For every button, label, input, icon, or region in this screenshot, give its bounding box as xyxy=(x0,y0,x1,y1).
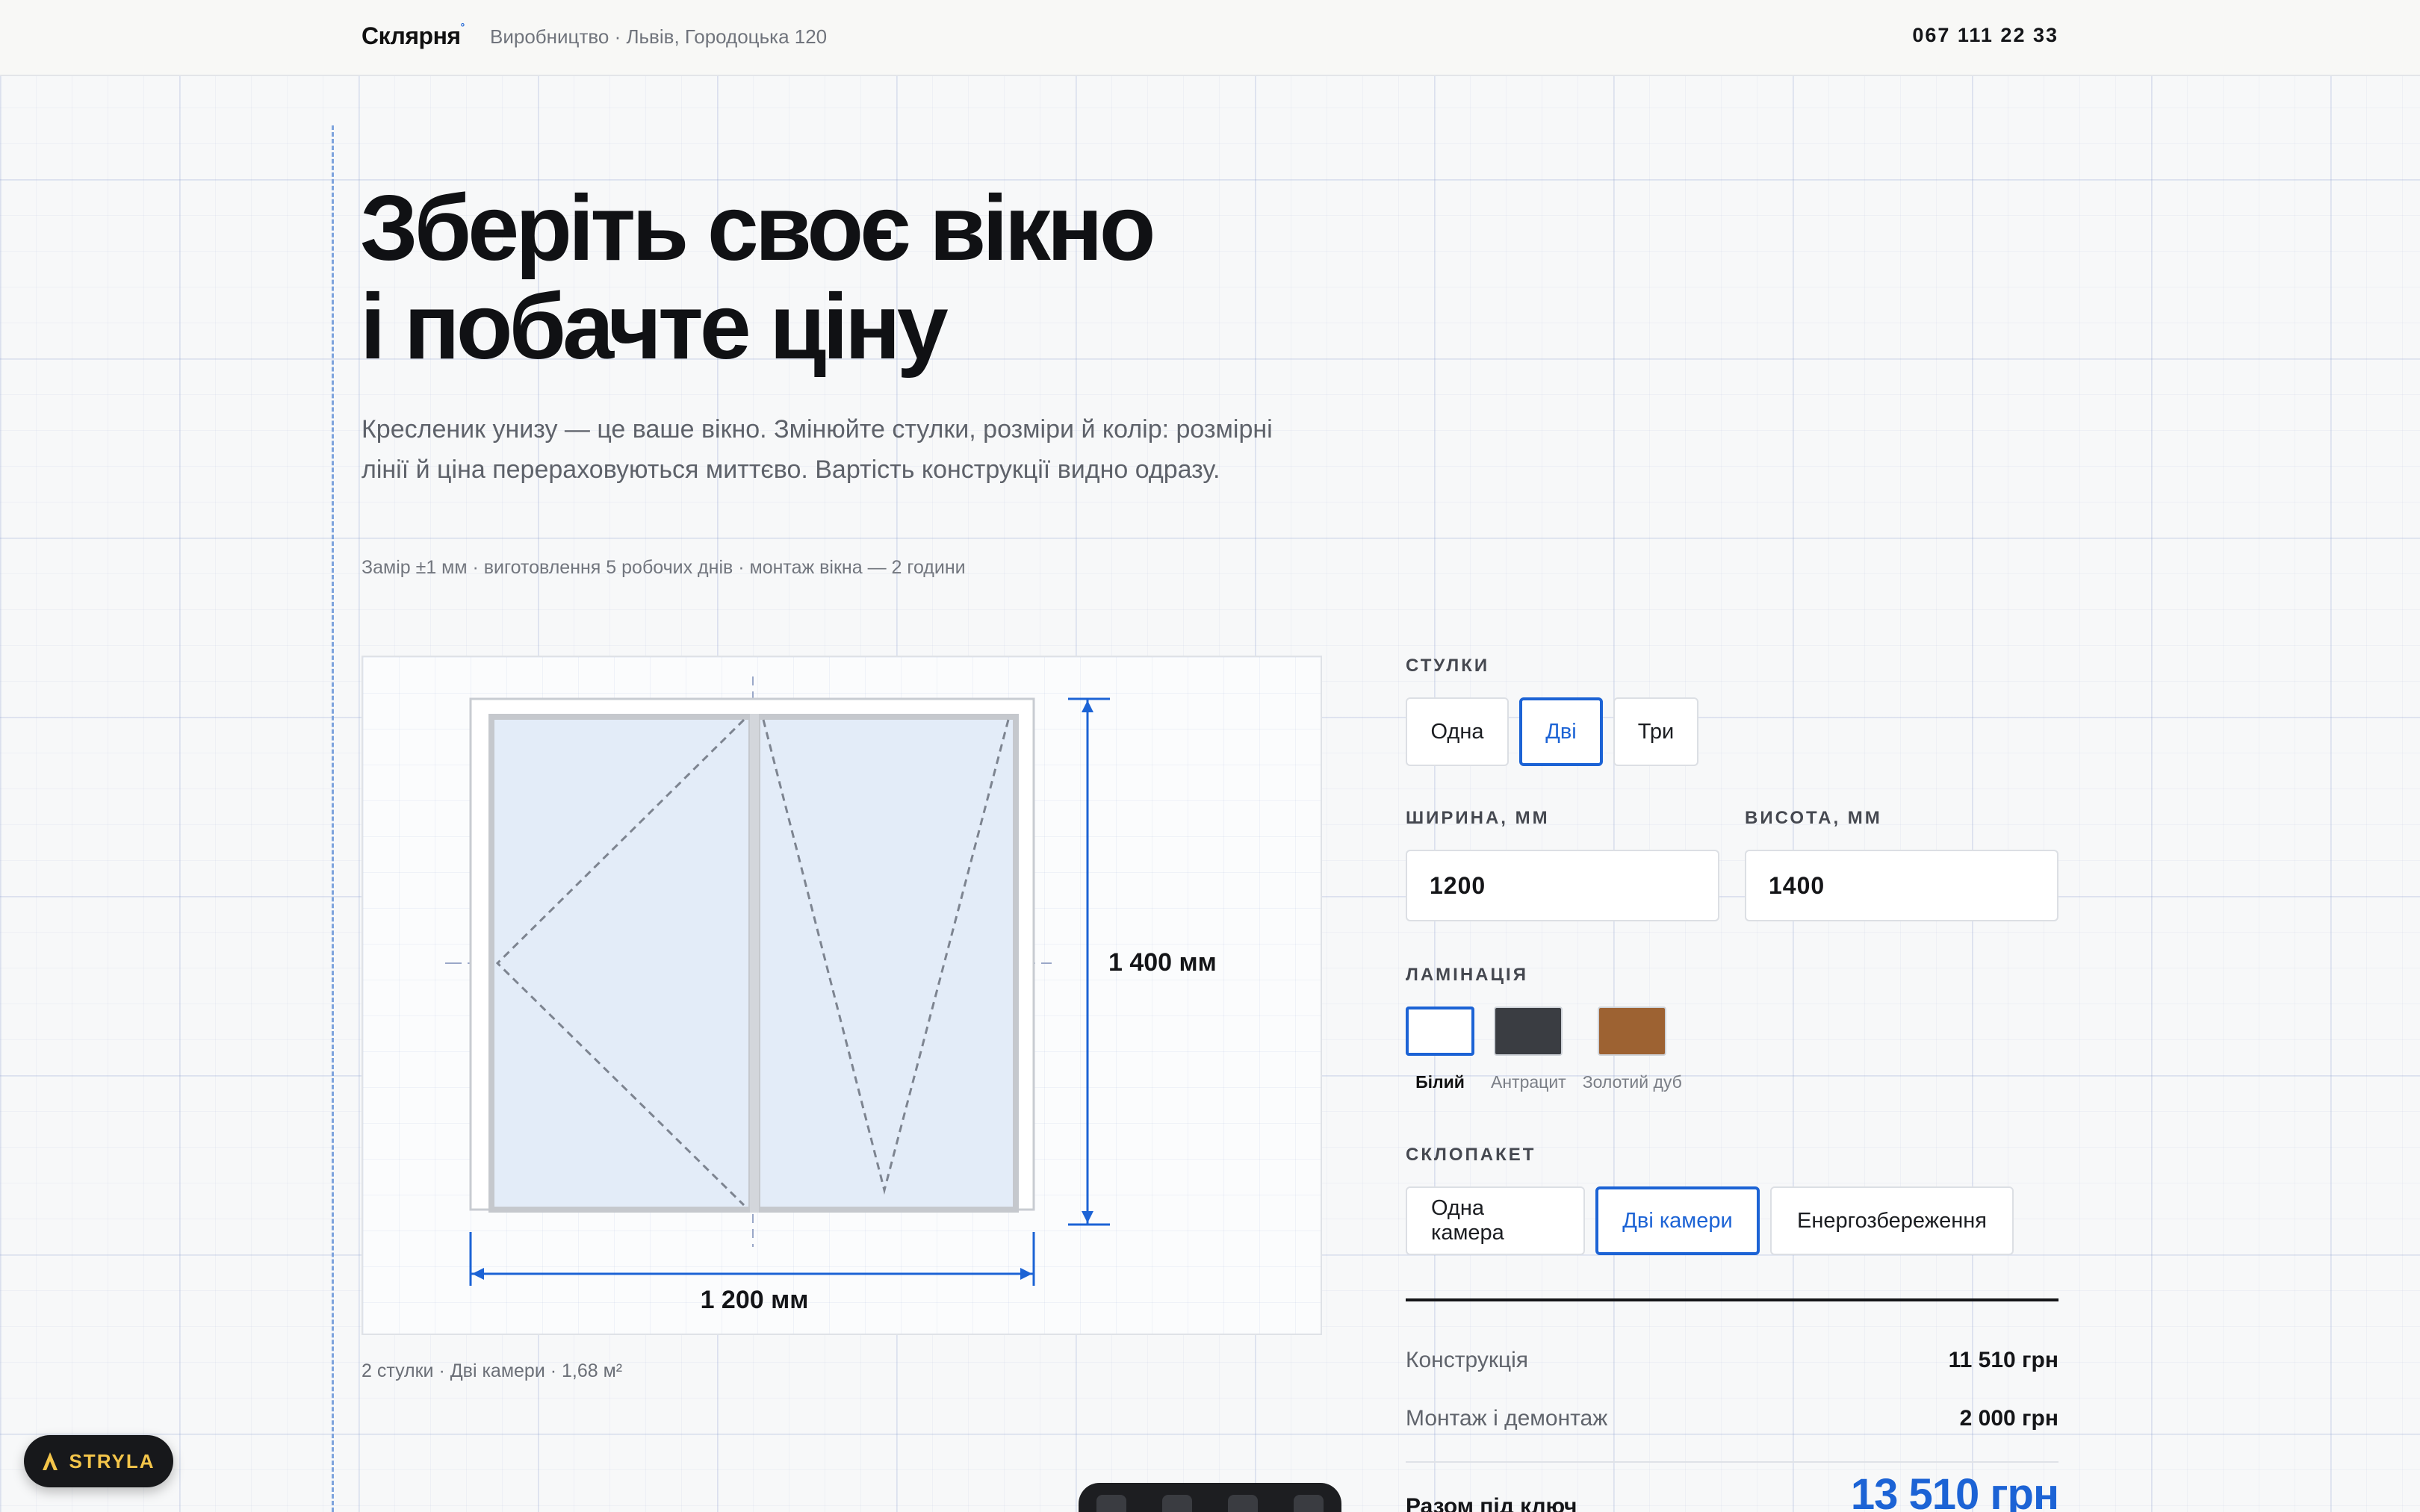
stryla-label: STRYLA xyxy=(69,1449,155,1472)
sashes-options: Одна Дві Три xyxy=(1406,697,2058,766)
construction-label: Конструкція xyxy=(1406,1348,1529,1372)
height-label: Висота, мм xyxy=(1745,808,1882,828)
drawing-caption: 2 стулки · Дві камери · 1,68 м² xyxy=(362,1360,623,1381)
stryla-badge[interactable]: STRYLA xyxy=(24,1435,173,1487)
lamination-label: Ламінація xyxy=(1406,965,1528,985)
sash-left xyxy=(488,714,754,1213)
stryla-logo-icon xyxy=(43,1452,58,1470)
install-value: 2 000 грн xyxy=(1959,1406,2058,1431)
swatch-anthracite-label: Антрацит xyxy=(1491,1072,1566,1092)
toolbar-button-2[interactable] xyxy=(1162,1495,1192,1512)
hero-lead: Кресленик унизу — це ваше вікно. Змінюйт… xyxy=(362,415,1273,484)
sash-option-two[interactable]: Дві xyxy=(1519,697,1603,766)
swatch-white[interactable]: Білий xyxy=(1406,1007,1474,1092)
height-arrow-bottom xyxy=(1082,1211,1093,1223)
width-arrow-right xyxy=(1020,1268,1032,1280)
mullion xyxy=(750,714,759,1213)
swatch-white-label: Білий xyxy=(1415,1072,1465,1092)
lamination-swatches: Білий Антрацит Золотий дуб xyxy=(1406,1007,2058,1092)
glazing-option-double[interactable]: Дві камери xyxy=(1595,1186,1760,1255)
sash-option-one[interactable]: Одна xyxy=(1406,697,1509,766)
height-field: Висота, мм 1400 xyxy=(1745,808,2058,921)
guide-line xyxy=(332,125,334,1512)
height-input[interactable]: 1400 xyxy=(1745,850,2058,921)
title-line-1: Зберіть своє вікно xyxy=(360,177,1155,280)
toolbar-button-4[interactable] xyxy=(1294,1495,1324,1512)
construction-value: 11 510 грн xyxy=(1948,1348,2058,1372)
toolbar-button-3[interactable] xyxy=(1228,1495,1258,1512)
width-label: 1 200 мм xyxy=(701,1286,809,1314)
swatch-golden-oak-color[interactable] xyxy=(1598,1007,1667,1056)
swatch-golden-oak-label: Золотий дуб xyxy=(1582,1072,1682,1092)
total-value: 13 510 грн xyxy=(1850,1470,2059,1512)
install-label: Монтаж і демонтаж xyxy=(1406,1406,1608,1431)
width-label: Ширина, мм xyxy=(1406,808,1550,828)
swatch-anthracite-color[interactable] xyxy=(1494,1007,1563,1056)
title-line-2: і побачте ціну xyxy=(360,276,949,379)
toolbar-button-1[interactable] xyxy=(1096,1495,1126,1512)
swatch-anthracite[interactable]: Антрацит xyxy=(1491,1007,1566,1092)
brand-subtitle: Виробництво · Львів, Городоцька 120 xyxy=(490,25,828,48)
phone-link[interactable]: 067 111 22 33 xyxy=(1912,24,2058,47)
top-bar: Склярня° Виробництво · Львів, Городоцька… xyxy=(0,0,2420,76)
brand-mark: ° xyxy=(460,21,465,34)
sash-right xyxy=(754,714,1019,1213)
brand-name: Склярня xyxy=(362,22,461,49)
width-arrow-left xyxy=(472,1268,484,1280)
glazing-option-single[interactable]: Одна камера xyxy=(1406,1186,1585,1255)
height-arrow-top xyxy=(1082,700,1093,712)
window-drawing: 1 400 мм 1 200 мм xyxy=(362,656,1322,1335)
glazing-options: Одна камера Дві камери Енергозбереження xyxy=(1406,1186,2058,1255)
summary-construction: Конструкція 11 510 грн xyxy=(1406,1331,2058,1390)
summary-divider xyxy=(1406,1298,2058,1301)
page-title: Зберіть своє вікно і побачте ціну xyxy=(360,177,1155,379)
glazing-option-energy[interactable]: Енергозбереження xyxy=(1770,1186,2014,1255)
dimension-inputs: Ширина, мм 1200 Висота, мм 1400 xyxy=(1406,808,2058,921)
sashes-label: Стулки xyxy=(1406,656,1490,676)
sash-option-three[interactable]: Три xyxy=(1613,697,1698,766)
width-field: Ширина, мм 1200 xyxy=(1406,808,1719,921)
swatch-white-color[interactable] xyxy=(1406,1007,1474,1056)
swatch-golden-oak[interactable]: Золотий дуб xyxy=(1583,1007,1682,1092)
summary-install: Монтаж і демонтаж 2 000 грн xyxy=(1406,1390,2058,1448)
hero-meta: Замір ±1 мм · виготовлення 5 робочих дні… xyxy=(362,557,966,578)
brand-logo[interactable]: Склярня° xyxy=(362,21,465,50)
total-label: Разом під ключ xyxy=(1406,1494,1577,1512)
height-label: 1 400 мм xyxy=(1108,948,1217,977)
bottom-toolbar xyxy=(1079,1483,1341,1512)
window-drawing-svg: 1 400 мм 1 200 мм xyxy=(445,676,1217,1314)
summary-total: Разом під ключ 13 510 грн xyxy=(1406,1463,2059,1512)
config-panel: Стулки Одна Дві Три Ширина, мм 1200 Висо… xyxy=(1406,656,2059,1512)
glazing-label: Склопакет xyxy=(1406,1145,1536,1165)
width-input[interactable]: 1200 xyxy=(1406,850,1719,921)
